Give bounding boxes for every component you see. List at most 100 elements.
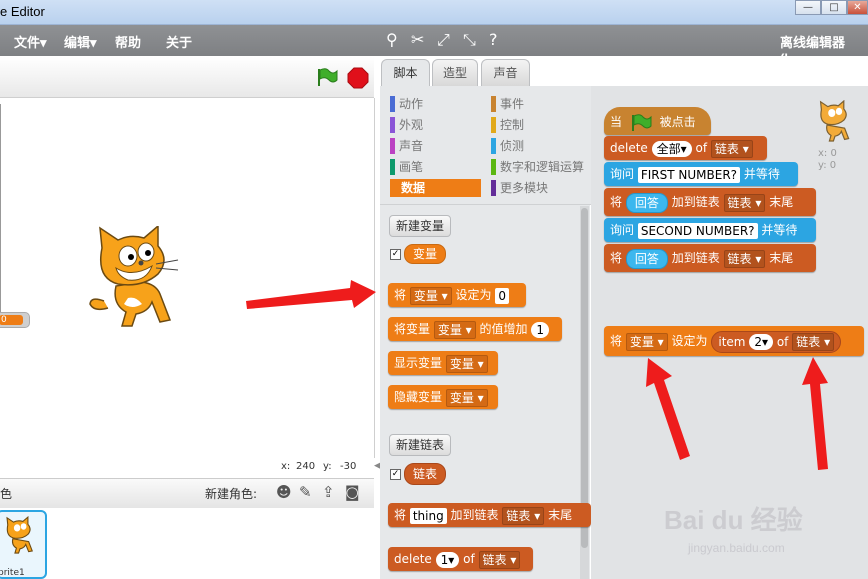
item-index-dropdown[interactable]: 2▾	[749, 334, 773, 350]
answer-reporter[interactable]: 回答	[625, 248, 668, 269]
maximize-button[interactable]: □	[821, 0, 847, 15]
variable-checkbox[interactable]: ✓	[390, 249, 401, 260]
cut-icon[interactable]: ✂	[411, 30, 424, 49]
category-control[interactable]: 控制	[491, 116, 524, 134]
tab-scripts[interactable]: 脚本	[381, 59, 430, 86]
menu-bar: 文件▾ 编辑▾ 帮助 关于 ⚲ ✂ ⤢ ⤡ ? 离线编辑器 (be	[0, 25, 868, 66]
set-variable-to-item-block[interactable]: 将 变量 ▾ 设定为 item 2▾ of 链表 ▾	[604, 326, 864, 356]
sprite-x-position: x: 0	[818, 148, 837, 159]
close-button[interactable]: ✕	[847, 0, 868, 15]
delete-all-dropdown[interactable]: 全部▾	[651, 140, 692, 157]
add-answer-block-1[interactable]: 将 回答 加到链表 链表 ▾ 末尾	[604, 188, 816, 216]
menu-edit[interactable]: 编辑▾	[64, 32, 97, 51]
sprite-y-position: y: 0	[818, 160, 837, 171]
variable-dropdown[interactable]: 变量 ▾	[445, 354, 488, 373]
category-color-bar	[390, 96, 395, 112]
category-sensing[interactable]: 侦测	[491, 137, 524, 155]
new-list-button[interactable]: 新建链表	[389, 434, 452, 456]
grow-icon[interactable]: ⤢	[437, 30, 450, 50]
category-motion[interactable]: 动作	[390, 95, 423, 113]
variable-monitor[interactable]: 0	[0, 312, 30, 328]
y-label: y:	[323, 461, 332, 472]
ask-second-number-block[interactable]: 询问 SECOND NUMBER? 并等待	[604, 218, 816, 242]
variable-dropdown[interactable]: 变量 ▾	[445, 388, 488, 407]
category-looks[interactable]: 外观	[390, 116, 423, 134]
variable-dropdown[interactable]: 变量 ▾	[625, 332, 668, 351]
sprites-title: 色	[0, 487, 13, 501]
category-color-bar	[491, 138, 496, 154]
list-dropdown[interactable]: 链表 ▾	[723, 249, 766, 268]
window-title: e Editor	[0, 4, 45, 19]
stop-icon[interactable]	[347, 67, 369, 89]
category-color-bar	[491, 96, 496, 112]
stamp-icon[interactable]: ⚲	[386, 30, 398, 49]
minimize-button[interactable]: —	[795, 0, 821, 15]
category-operators[interactable]: 数字和逻辑运算	[491, 158, 584, 176]
change-variable-block[interactable]: 将变量 变量 ▾ 的值增加 1	[388, 317, 562, 341]
upload-icon[interactable]: ⇪	[322, 483, 335, 501]
item-of-list-reporter[interactable]: item 2▾ of 链表 ▾	[711, 330, 842, 353]
sprite-thumbnail[interactable]: prite1	[0, 510, 47, 579]
list-dropdown[interactable]: 链表 ▾	[710, 139, 753, 158]
category-sound[interactable]: 声音	[390, 137, 423, 155]
palette-scroll-thumb[interactable]	[581, 208, 588, 548]
set-value-input[interactable]: 0	[495, 287, 510, 304]
new-sprite-label: 新建角色:	[205, 487, 258, 501]
variable-reporter[interactable]: 变量	[404, 244, 447, 264]
ask-question-input[interactable]: FIRST NUMBER?	[637, 166, 741, 183]
list-dropdown[interactable]: 链表 ▾	[792, 333, 835, 351]
variable-dropdown[interactable]: 变量 ▾	[409, 286, 452, 305]
category-data[interactable]: 数据	[390, 179, 481, 197]
ask-question-input[interactable]: SECOND NUMBER?	[637, 222, 758, 239]
sprite-library-icon[interactable]: ☻	[276, 483, 292, 501]
category-color-bar	[491, 117, 496, 133]
watermark-logo: Bai du 经验	[664, 505, 803, 535]
mouse-coordinates: x: 240 y: -30	[0, 459, 374, 477]
green-flag-icon[interactable]	[316, 67, 338, 87]
tab-costumes[interactable]: 造型	[432, 59, 478, 86]
new-variable-button[interactable]: 新建变量	[389, 215, 452, 237]
menu-help[interactable]: 帮助	[115, 32, 141, 51]
hide-variable-block[interactable]: 隐藏变量 变量 ▾	[388, 385, 498, 409]
when-flag-clicked-block[interactable]: 当 被点击	[604, 107, 711, 135]
current-sprite-icon	[819, 100, 850, 142]
tab-sounds[interactable]: 声音	[481, 59, 530, 86]
menu-file[interactable]: 文件▾	[14, 32, 47, 51]
shrink-icon[interactable]: ⤡	[463, 30, 476, 50]
category-color-bar	[491, 180, 496, 196]
variable-dropdown[interactable]: 变量 ▾	[433, 320, 476, 339]
category-events[interactable]: 事件	[491, 95, 524, 113]
set-variable-block[interactable]: 将 变量 ▾ 设定为 0	[388, 283, 526, 307]
list-dropdown[interactable]: 链表 ▾	[502, 506, 545, 525]
globe-icon[interactable]	[3, 33, 11, 47]
list-dropdown[interactable]: 链表 ▾	[478, 550, 521, 569]
answer-reporter[interactable]: 回答	[625, 192, 668, 213]
delete-all-block[interactable]: delete 全部▾ of 链表 ▾	[604, 136, 767, 160]
x-label: x:	[281, 461, 291, 472]
add-to-list-block[interactable]: 将 thing 加到链表 链表 ▾ 末尾	[388, 503, 591, 527]
delete-index-dropdown[interactable]: 1▾	[435, 551, 460, 568]
category-pen[interactable]: 画笔	[390, 158, 423, 176]
add-answer-block-2[interactable]: 将 回答 加到链表 链表 ▾ 末尾	[604, 244, 816, 272]
list-dropdown[interactable]: 链表 ▾	[723, 193, 766, 212]
show-variable-block[interactable]: 显示变量 变量 ▾	[388, 351, 498, 375]
ask-first-number-block[interactable]: 询问 FIRST NUMBER? 并等待	[604, 162, 798, 186]
category-more-blocks[interactable]: 更多模块	[491, 179, 548, 197]
delete-of-list-block[interactable]: delete 1▾ of 链表 ▾	[388, 547, 533, 571]
change-value-input[interactable]: 1	[531, 321, 550, 338]
stage[interactable]: 0	[0, 98, 375, 458]
paint-brush-icon[interactable]: ✎	[299, 483, 312, 501]
add-value-input[interactable]: thing	[409, 507, 447, 524]
list-checkbox[interactable]: ✓	[390, 469, 401, 480]
sprite-list: prite1	[0, 508, 374, 579]
y-value: -30	[340, 461, 357, 472]
category-color-bar	[491, 159, 496, 175]
help-icon[interactable]: ?	[489, 30, 498, 49]
camera-icon[interactable]: ◙	[345, 483, 360, 501]
category-color-bar	[390, 138, 395, 154]
menu-about[interactable]: 关于	[166, 32, 192, 51]
scratch-cat-icon	[6, 516, 33, 554]
category-color-bar	[390, 117, 395, 133]
scratch-cat-sprite[interactable]	[86, 226, 186, 331]
list-reporter[interactable]: 链表	[404, 463, 447, 485]
